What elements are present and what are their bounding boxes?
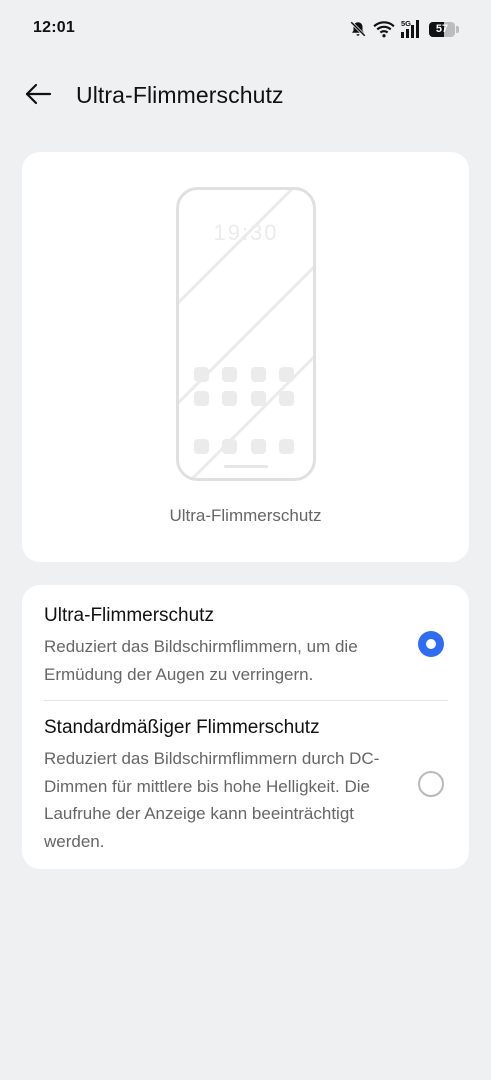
cellular-signal-icon: 5G (401, 19, 423, 39)
option-title: Ultra-Flimmerschutz (44, 605, 214, 626)
radio-button-unselected[interactable] (418, 771, 444, 797)
battery-icon: 57 (429, 21, 459, 37)
status-time: 12:01 (33, 19, 75, 36)
option-standard-flicker-protection[interactable]: Standardmäßiger Flimmerschutz Reduziert … (22, 715, 469, 861)
app-header: Ultra-Flimmerschutz (0, 70, 491, 122)
screen: 12:01 5G 57 Ultra-Flimmerschutz 19:30 Ul… (0, 0, 491, 1080)
radio-button-selected[interactable] (418, 631, 444, 657)
battery-percent: 57 (435, 22, 449, 35)
option-ultra-flicker-protection[interactable]: Ultra-Flimmerschutz Reduziert das Bildsc… (22, 603, 469, 701)
arrow-left-icon (24, 83, 52, 110)
bell-off-icon (349, 20, 367, 38)
network-type-label: 5G (401, 19, 411, 28)
option-description: Reduziert das Bildschirmflimmern durch D… (44, 749, 380, 851)
preview-clock: 19:30 (213, 220, 278, 245)
divider (44, 700, 448, 701)
status-icons: 5G 57 (349, 18, 459, 40)
page-title: Ultra-Flimmerschutz (76, 82, 284, 108)
preview-caption: Ultra-Flimmerschutz (169, 506, 322, 525)
wifi-icon (373, 20, 395, 38)
status-bar: 12:01 5G 57 (0, 0, 491, 60)
option-description: Reduziert das Bildschirmflimmern, um die… (44, 637, 358, 684)
option-title: Standardmäßiger Flimmerschutz (44, 717, 320, 738)
options-card: Ultra-Flimmerschutz Reduziert das Bildsc… (22, 585, 469, 869)
phone-illustration: 19:30 (175, 186, 317, 482)
preview-card: 19:30 Ultra-Flimmerschutz (22, 152, 469, 562)
back-button[interactable] (20, 78, 56, 114)
